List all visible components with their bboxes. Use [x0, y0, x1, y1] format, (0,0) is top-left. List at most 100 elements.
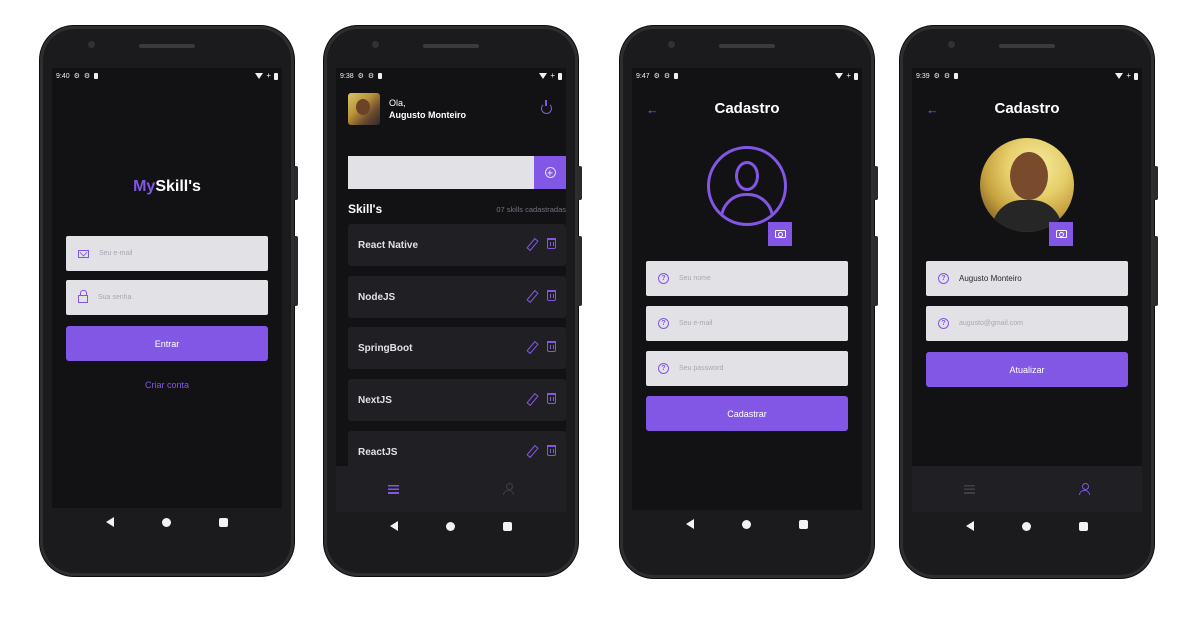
back-icon[interactable] — [686, 519, 694, 529]
tab-skills[interactable] — [336, 466, 451, 512]
home-icon[interactable] — [742, 519, 751, 529]
battery-icon — [558, 72, 562, 80]
password-field[interactable]: ? Seu password — [646, 351, 848, 386]
edit-icon[interactable] — [527, 341, 537, 353]
camera-button[interactable] — [768, 222, 792, 246]
email-placeholder: augusto@gmail.com — [959, 320, 1023, 327]
recents-icon[interactable] — [503, 521, 512, 531]
trash-icon[interactable] — [547, 393, 556, 404]
password-placeholder: Seu password — [679, 365, 724, 372]
power-side-button — [874, 166, 878, 200]
edit-icon[interactable] — [527, 445, 537, 457]
front-camera — [668, 41, 675, 48]
gear-icon: ⚙ — [357, 73, 364, 80]
mail-icon — [78, 249, 89, 258]
signal-icon: + — [1126, 71, 1131, 80]
email-placeholder: Seu e-mail — [679, 320, 713, 327]
battery-icon — [854, 72, 858, 80]
list-icon — [388, 484, 399, 494]
skills-count: 07 skills cadastradas — [496, 205, 566, 214]
logo-my: My — [133, 178, 156, 195]
lock-icon — [78, 290, 88, 303]
front-camera — [88, 41, 95, 48]
android-nav-bar — [632, 510, 862, 538]
wifi-icon — [255, 73, 264, 79]
volume-side-button — [1154, 236, 1158, 306]
signal-icon: + — [550, 71, 555, 80]
volume-side-button — [294, 236, 298, 306]
phone-profile: 9:39 ⚙ ⚙ + ← Cadastro ? Augusto Monteiro ?… — [900, 26, 1158, 578]
trash-icon[interactable] — [547, 238, 556, 249]
battery-icon — [274, 72, 278, 80]
create-account-link[interactable]: Criar conta — [52, 380, 282, 390]
tab-skills[interactable] — [912, 466, 1027, 512]
home-icon[interactable] — [1022, 521, 1031, 531]
recents-icon[interactable] — [1079, 521, 1088, 531]
edit-icon[interactable] — [527, 290, 537, 302]
status-bar: 9:39 ⚙ ⚙ + — [912, 68, 1142, 84]
list-item[interactable]: React Native — [348, 224, 566, 266]
avatar — [348, 93, 380, 125]
android-nav-bar — [52, 508, 282, 536]
home-icon[interactable] — [162, 517, 171, 527]
volume-side-button — [874, 236, 878, 306]
signal-icon: + — [846, 71, 851, 80]
gear-icon: ⚙ — [653, 73, 660, 80]
status-time: 9:38 — [340, 72, 354, 80]
user-header: Ola, Augusto Monteiro — [336, 84, 566, 134]
list-item[interactable]: SpringBoot — [348, 327, 566, 369]
skill-label: NextJS — [358, 394, 392, 406]
email-field[interactable]: Seu e-mail — [66, 236, 268, 271]
phone-signup: 9:47 ⚙ ⚙ + ← Cadastro ? Seu nome ? Seu e-m… — [620, 26, 878, 578]
recents-icon[interactable] — [799, 519, 808, 529]
signup-button[interactable]: Cadastrar — [646, 396, 848, 431]
list-item[interactable]: NodeJS — [348, 276, 566, 318]
edit-icon[interactable] — [527, 238, 537, 250]
password-field[interactable]: Sua senha — [66, 280, 268, 315]
list-item[interactable]: NextJS — [348, 379, 566, 421]
camera-button[interactable] — [1049, 222, 1073, 246]
name-field[interactable]: ? Seu nome — [646, 261, 848, 296]
power-side-button — [294, 166, 298, 200]
signal-icon: + — [266, 71, 271, 80]
update-button[interactable]: Atualizar — [926, 352, 1128, 387]
help-icon: ? — [658, 363, 669, 374]
trash-icon[interactable] — [547, 445, 556, 456]
tab-bar — [336, 466, 566, 512]
avatar — [980, 138, 1074, 232]
top-bar: ← Cadastro — [912, 94, 1142, 124]
skill-label: NodeJS — [358, 291, 396, 303]
name-field[interactable]: ? Augusto Monteiro — [926, 261, 1128, 296]
android-nav-bar — [912, 512, 1142, 540]
login-button[interactable]: Entrar — [66, 326, 268, 361]
back-icon[interactable] — [966, 521, 974, 531]
trash-icon[interactable] — [547, 290, 556, 301]
password-placeholder: Sua senha — [98, 294, 132, 301]
gear-icon: ⚙ — [943, 73, 951, 80]
tab-profile[interactable] — [1027, 466, 1142, 512]
home-icon[interactable] — [446, 521, 455, 531]
wifi-icon — [835, 73, 844, 79]
page-title: Cadastro — [714, 100, 780, 117]
recents-icon[interactable] — [219, 517, 228, 527]
phone-skills: 9:38 ⚙ ⚙ + Ola, Augusto Monteiro Skill's 0… — [324, 26, 582, 576]
add-skill-button[interactable] — [534, 156, 566, 189]
skills-screen: 9:38 ⚙ ⚙ + Ola, Augusto Monteiro Skill's 0… — [336, 68, 566, 512]
speaker — [999, 44, 1055, 48]
email-field[interactable]: ? augusto@gmail.com — [926, 306, 1128, 341]
top-bar: ← Cadastro — [632, 94, 862, 124]
edit-icon[interactable] — [527, 393, 537, 405]
back-icon[interactable] — [390, 521, 398, 531]
email-field[interactable]: ? Seu e-mail — [646, 306, 848, 341]
greeting: Ola, Augusto Monteiro — [389, 97, 466, 121]
trash-icon[interactable] — [547, 341, 556, 352]
power-icon[interactable] — [541, 100, 552, 114]
new-skill-input[interactable] — [348, 156, 534, 189]
status-time: 9:40 — [56, 72, 70, 80]
wifi-icon — [1115, 73, 1124, 79]
tab-profile[interactable] — [451, 466, 566, 512]
back-icon[interactable] — [106, 517, 114, 527]
gear-icon: ⚙ — [83, 73, 91, 80]
add-icon — [544, 167, 556, 178]
avatar-body-shape — [720, 193, 774, 223]
